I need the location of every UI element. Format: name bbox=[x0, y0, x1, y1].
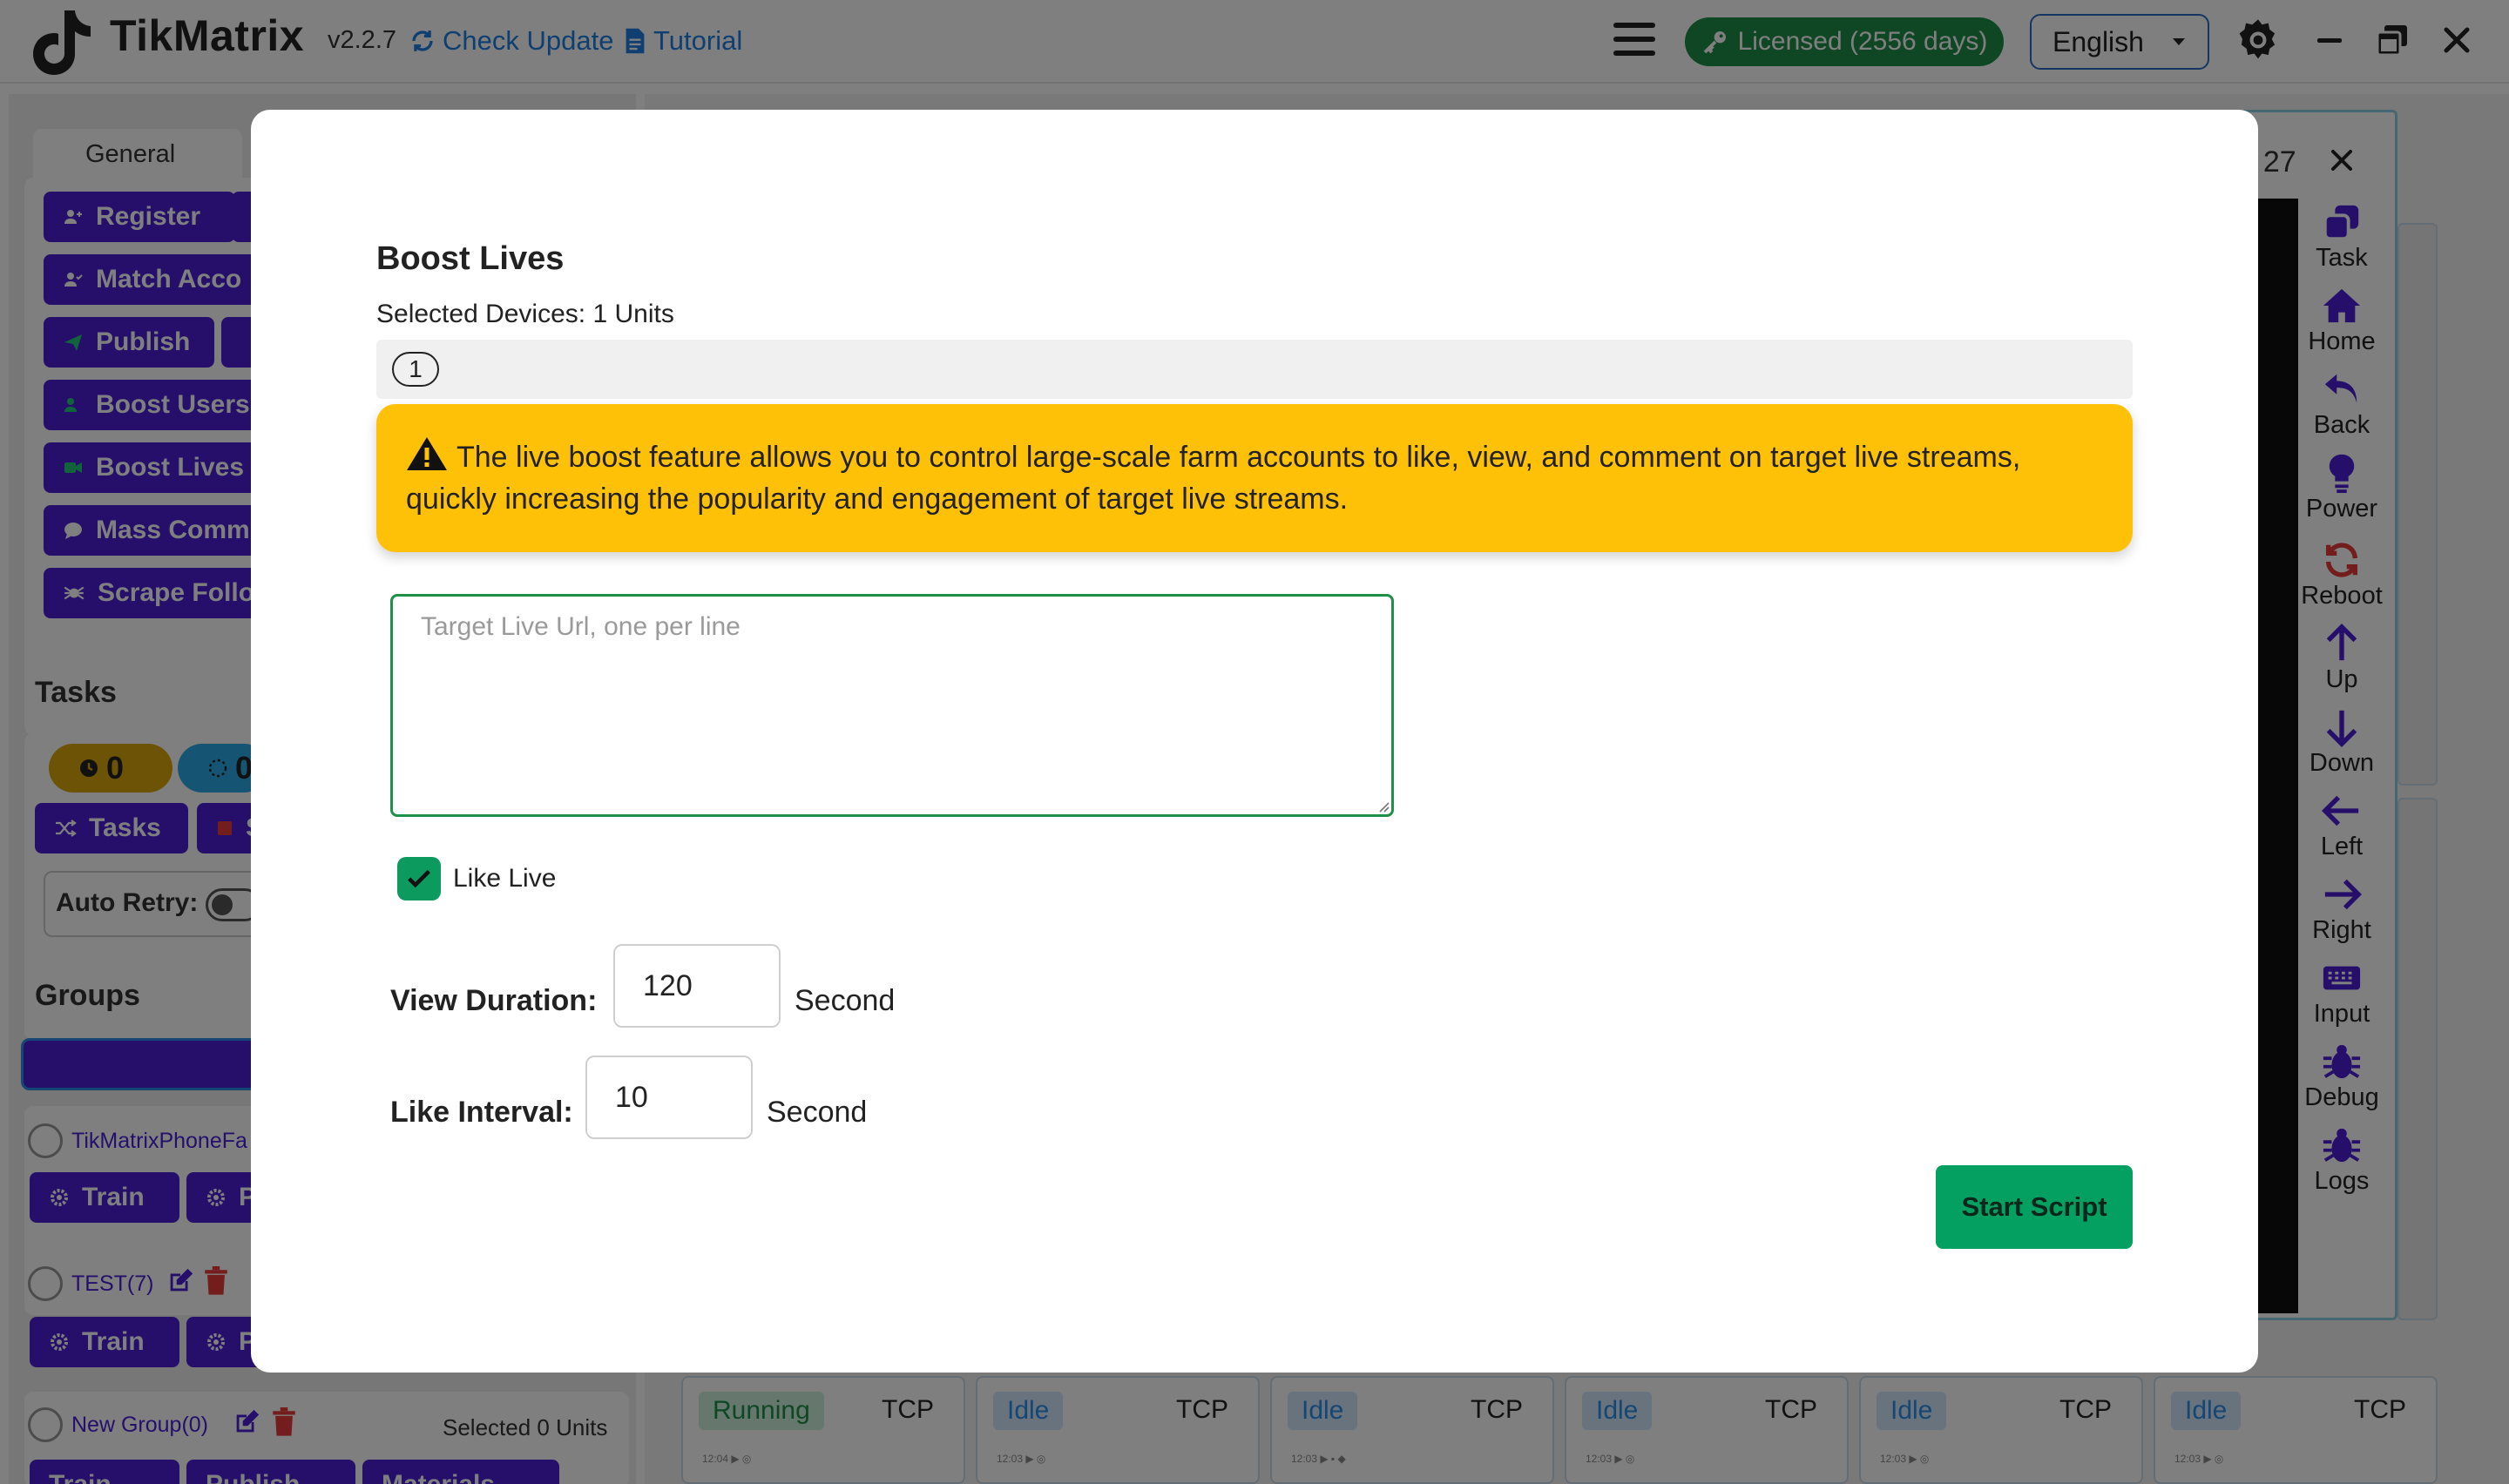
view-duration-input[interactable]: 120 bbox=[613, 944, 781, 1028]
url-placeholder: Target Live Url, one per line bbox=[421, 612, 741, 641]
like-interval-input[interactable]: 10 bbox=[585, 1056, 753, 1139]
like-interval-label: Like Interval: bbox=[390, 1096, 573, 1129]
target-live-url-input[interactable]: Target Live Url, one per line bbox=[390, 594, 1394, 817]
resize-handle-icon[interactable] bbox=[1376, 799, 1390, 813]
like-live-checkbox[interactable] bbox=[397, 857, 441, 901]
check-icon bbox=[408, 869, 430, 888]
warning-alert: The live boost feature allows you to con… bbox=[376, 404, 2133, 552]
warning-icon bbox=[407, 437, 447, 470]
view-duration-unit: Second bbox=[795, 984, 896, 1017]
selected-devices-bar: 1 bbox=[376, 340, 2133, 399]
like-interval-unit: Second bbox=[767, 1096, 868, 1129]
modal-title: Boost Lives bbox=[376, 240, 565, 277]
boost-lives-modal: Boost Lives Selected Devices: 1 Units 1 … bbox=[251, 110, 2258, 1373]
like-live-label: Like Live bbox=[453, 864, 557, 893]
selected-devices-text: Selected Devices: 1 Units bbox=[376, 300, 674, 328]
warning-text: The live boost feature allows you to con… bbox=[406, 441, 2021, 516]
view-duration-label: View Duration: bbox=[390, 984, 598, 1017]
device-chip[interactable]: 1 bbox=[392, 352, 439, 387]
start-script-button[interactable]: Start Script bbox=[1936, 1165, 2133, 1249]
